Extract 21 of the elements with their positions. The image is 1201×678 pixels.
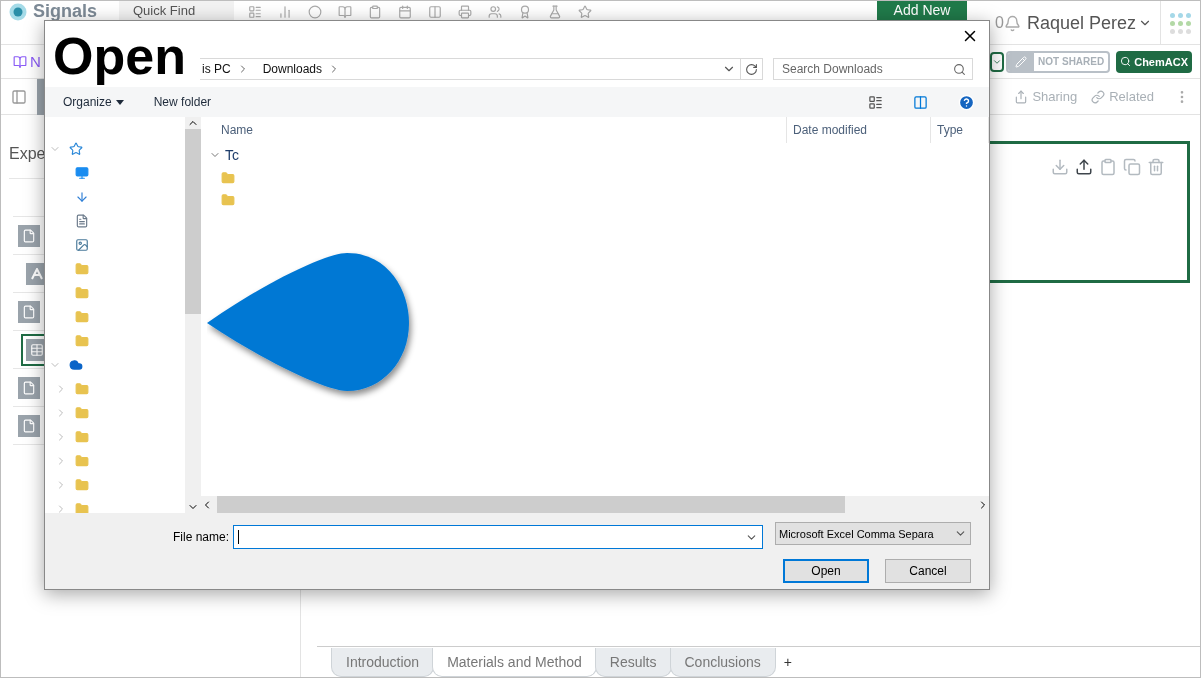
user-menu[interactable]: Raquel Perez xyxy=(1026,12,1152,34)
column-header[interactable]: Date modified xyxy=(787,117,931,143)
group-header[interactable]: Tc xyxy=(225,147,239,163)
search-field[interactable]: Search Downloads xyxy=(773,58,973,80)
notification-count: 0 xyxy=(995,14,1004,32)
column-header[interactable]: Type xyxy=(931,117,989,143)
organize-menu[interactable]: Organize xyxy=(63,95,124,109)
dialog-button[interactable]: Cancel xyxy=(885,559,971,583)
notebook-label[interactable]: N xyxy=(30,53,41,70)
logo-text: Signals xyxy=(33,3,98,20)
section-tab[interactable]: Introduction xyxy=(331,648,435,677)
section-tab[interactable]: Conclusions xyxy=(669,648,776,677)
column-header[interactable]: Name xyxy=(201,117,787,143)
field-label: File name: xyxy=(173,530,230,544)
new-folder-button[interactable]: New folder xyxy=(153,95,212,109)
dialog-button[interactable]: Open xyxy=(783,559,869,583)
section-tab[interactable]: Results xyxy=(594,648,672,677)
chemacx-button[interactable]: ChemACX xyxy=(1116,50,1192,73)
add-tab-button[interactable]: + xyxy=(783,654,792,670)
file-type-dropdown[interactable]: Microsoft Excel Comma Separa xyxy=(775,522,971,545)
section-tab[interactable]: Materials and Method xyxy=(432,648,597,677)
